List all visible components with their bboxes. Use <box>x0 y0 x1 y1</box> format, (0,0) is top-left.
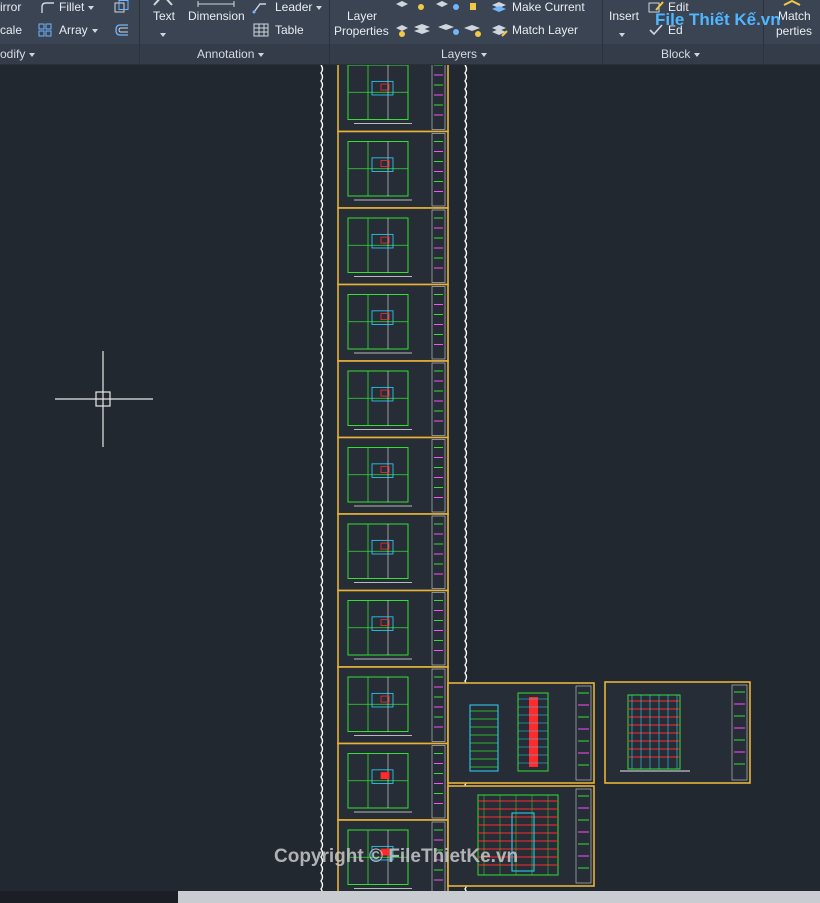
modify-panel-text: odify <box>0 47 26 61</box>
horizontal-scrollbar[interactable] <box>0 891 820 903</box>
drawing-canvas[interactable] <box>0 65 820 891</box>
ribbon-separator <box>329 0 330 64</box>
table-icon <box>253 23 269 42</box>
ribbon-separator <box>602 0 603 64</box>
text-button[interactable]: Text <box>153 9 175 23</box>
layer-properties-button[interactable]: Layer <box>347 9 377 23</box>
leader-button[interactable]: Leader <box>275 0 323 14</box>
fillet-dropdown-icon[interactable] <box>88 5 95 10</box>
mirror-button[interactable]: irror <box>0 0 21 14</box>
scale-button[interactable]: cale <box>0 23 22 37</box>
plan-sheet <box>337 65 449 133</box>
annotation-panel-caret-icon <box>258 52 265 57</box>
cad-drawing[interactable] <box>0 65 820 891</box>
scrollbar-track-left[interactable] <box>0 891 178 903</box>
modify-panel-label[interactable]: odify <box>0 47 36 61</box>
array-icon <box>38 23 52 42</box>
layers-panel-caret-icon <box>481 52 488 57</box>
block-panel-label[interactable]: Block <box>661 47 701 61</box>
layer-state-icons-row2[interactable] <box>394 22 484 43</box>
copyright-watermark: Copyright © FileThietKe.vn <box>274 846 519 867</box>
modify-panel-caret-icon <box>29 52 36 57</box>
fillet-label: Fillet <box>59 0 85 14</box>
layer-state-icons-row1[interactable] <box>394 0 484 19</box>
ribbon: irror cale Fillet Array odify Text Dimen… <box>0 0 820 65</box>
insert-button[interactable]: Insert <box>609 9 639 23</box>
annotation-panel-label[interactable]: Annotation <box>197 47 265 61</box>
array-dropdown-icon[interactable] <box>91 28 98 33</box>
text-dropdown-icon[interactable] <box>160 26 166 44</box>
leader-icon <box>252 0 268 19</box>
fillet-icon <box>40 0 54 18</box>
dimension-button[interactable]: Dimension <box>188 9 245 23</box>
layers-panel-text: Layers <box>441 47 478 61</box>
offset-icon[interactable] <box>114 23 130 42</box>
block-panel-text: Block <box>661 47 691 61</box>
copy-icon[interactable] <box>114 0 130 19</box>
match-properties-label-line2[interactable]: perties <box>776 24 812 38</box>
plan-element <box>380 772 390 779</box>
layer-properties-label-line2[interactable]: Properties <box>334 24 389 38</box>
array-label: Array <box>59 23 88 37</box>
match-properties-button[interactable]: Match <box>778 9 811 23</box>
make-current-button[interactable]: Make Current <box>512 0 585 14</box>
ribbon-separator <box>139 0 140 64</box>
fillet-button[interactable]: Fillet <box>59 0 95 14</box>
table-button[interactable]: Table <box>275 23 304 37</box>
insert-dropdown-icon[interactable] <box>619 26 625 44</box>
elevation-core <box>529 697 538 767</box>
annotation-panel-text: Annotation <box>197 47 255 61</box>
array-button[interactable]: Array <box>59 23 98 37</box>
watermark-logo: File Thiết Kế.vn <box>655 10 781 29</box>
match-layer-icon <box>490 22 508 43</box>
break-line <box>320 65 324 891</box>
layers-panel-label[interactable]: Layers <box>441 47 488 61</box>
crosshair-cursor-icon <box>55 351 153 447</box>
leader-label: Leader <box>275 0 313 14</box>
match-layer-button[interactable]: Match Layer <box>512 23 578 37</box>
block-panel-caret-icon <box>694 52 701 57</box>
leader-dropdown-icon[interactable] <box>316 5 323 10</box>
make-current-icon <box>490 0 508 19</box>
